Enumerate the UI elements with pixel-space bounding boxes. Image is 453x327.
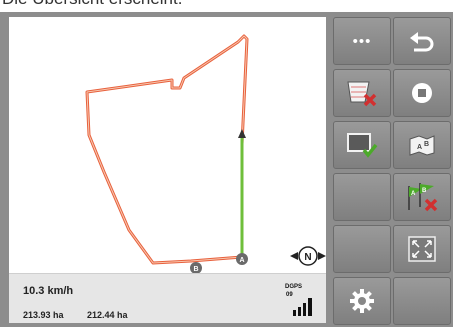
more-dots-icon: •••	[352, 32, 372, 50]
field-ab-icon: A B	[409, 135, 435, 156]
svg-text:A: A	[411, 191, 416, 197]
terminal-screen: B A N 10.3 km/h 213.93 ha 212.44 ha DGPS…	[0, 12, 453, 327]
softkey-panel: ••• A B A B	[330, 15, 452, 327]
worked-area-readout: 212.44 ha	[87, 310, 128, 320]
status-bar: 10.3 km/h 213.93 ha 212.44 ha DGPS 09	[9, 273, 326, 323]
empty-softkey-right	[393, 277, 451, 325]
point-a-label: A	[239, 257, 244, 264]
total-area-readout: 213.93 ha	[23, 310, 64, 320]
delete-ab-button[interactable]: A B	[393, 173, 451, 221]
back-button[interactable]	[393, 17, 451, 65]
fullscreen-button[interactable]	[393, 225, 451, 273]
field-boundary	[85, 34, 249, 265]
menu-button[interactable]: •••	[333, 17, 391, 65]
gps-mode-label: DGPS	[285, 284, 303, 290]
fullscreen-icon	[408, 236, 436, 262]
stop-record-icon	[412, 83, 432, 103]
delete-ab-flags-icon: A B	[408, 183, 438, 212]
settings-button[interactable]	[333, 277, 391, 325]
delete-field-icon	[347, 81, 377, 107]
vehicle-arrow	[238, 129, 246, 138]
gps-satellite-count: 09	[286, 292, 293, 298]
field-ab-button[interactable]: A B	[393, 121, 451, 169]
compass-label: N	[304, 252, 311, 263]
caption-text: Die Übersicht erscheint.	[2, 0, 182, 9]
gps-status: DGPS 09	[285, 284, 317, 318]
compass-north-icon[interactable]: N	[290, 243, 326, 269]
svg-text:A: A	[417, 144, 422, 151]
speed-readout: 10.3 km/h	[23, 285, 74, 297]
svg-text:B: B	[424, 141, 429, 148]
delete-field-button[interactable]	[333, 69, 391, 117]
stop-record-button[interactable]	[393, 69, 451, 117]
point-b-label: B	[193, 266, 198, 273]
confirm-field-icon	[347, 133, 378, 158]
confirm-field-button[interactable]	[333, 121, 391, 169]
gear-icon	[350, 289, 374, 313]
return-arrow-icon	[410, 32, 434, 52]
gps-signal-icon	[293, 298, 312, 316]
field-map-view[interactable]: B A N 10.3 km/h 213.93 ha 212.44 ha DGPS…	[9, 17, 326, 323]
field-boundary-inner	[86, 35, 248, 264]
svg-text:B: B	[422, 188, 427, 194]
empty-softkey-left	[333, 173, 391, 221]
empty-softkey-left-2	[333, 225, 391, 273]
